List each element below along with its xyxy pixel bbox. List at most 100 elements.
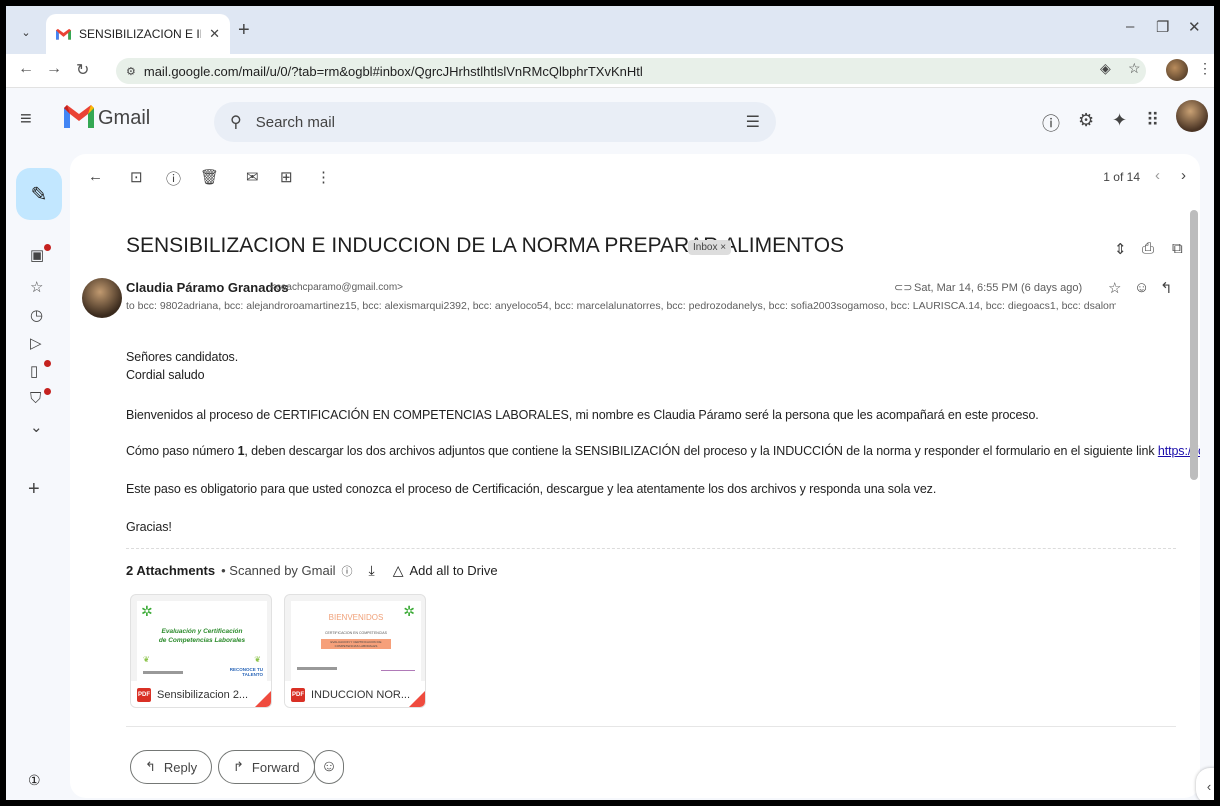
thumb-1-badge: RECONOCE TU TALENTO xyxy=(229,667,263,677)
print-icon[interactable]: ⎙ xyxy=(1142,240,1154,257)
search-input[interactable] xyxy=(255,113,696,131)
scanned-label: • Scanned by Gmail xyxy=(221,563,336,578)
recipients-line[interactable]: to bcc: 9802adriana, bcc: alejandroroama… xyxy=(126,300,1116,312)
account-avatar[interactable] xyxy=(1176,100,1208,132)
add-to-drive-icon[interactable]: △ xyxy=(393,562,404,579)
starred-icon[interactable]: ☆ xyxy=(30,278,43,296)
site-info-icon[interactable]: ⚙ xyxy=(126,65,136,78)
reload-icon[interactable]: ↻ xyxy=(76,60,89,80)
bookmark-star-icon[interactable]: ☆ xyxy=(1128,60,1141,77)
thumb-1-line-1: Evaluación y Certificación xyxy=(161,628,243,635)
message-view: ← ⊡ ⓘ 🗑 ✉ ⊞ ⋮ 1 of 14 ‹ › SENSIBILIZACIO… xyxy=(70,154,1200,798)
report-spam-icon[interactable]: ⓘ xyxy=(166,168,181,189)
bottom-divider xyxy=(126,726,1176,727)
leaf-icon: ❦ xyxy=(143,655,150,664)
p2-text-b: , deben descargar los dos archivos adjun… xyxy=(244,444,1158,458)
new-tab-icon[interactable]: + xyxy=(238,20,250,40)
body-paragraph-2: Cómo paso número 1, deben descargar los … xyxy=(126,444,1200,458)
sender-email: <coachcparamo@gmail.com> xyxy=(270,282,403,293)
tab-search-icon[interactable]: ⌄ xyxy=(14,20,38,44)
browser-window: ⌄ SENSIBILIZACION E INDUCCIO ✕ + – ❐ ✕ ←… xyxy=(6,6,1214,800)
attachments-header: 2 Attachments • Scanned by Gmail ⓘ ⤓ △ A… xyxy=(126,562,498,579)
main-menu-icon[interactable]: ≡ xyxy=(20,108,32,131)
attachment-card-2[interactable]: BIENVENIDOS ✲ CERTIFICACION EN COMPETENC… xyxy=(284,594,426,708)
reply-button[interactable]: ↰ Reply xyxy=(130,750,213,784)
create-label-plus-icon[interactable]: + xyxy=(28,478,40,501)
thumb-2-box: EVALUACION Y CERTIFICACION DE COMPETENCI… xyxy=(321,639,391,649)
sender-name[interactable]: Claudia Páramo Granados xyxy=(126,280,289,295)
scrollbar-thumb[interactable] xyxy=(1190,210,1198,480)
search-icon[interactable]: ⚲ xyxy=(230,112,242,132)
open-new-window-icon[interactable]: ⧉ xyxy=(1172,240,1183,257)
newer-chevron-icon[interactable]: ‹ xyxy=(1155,167,1160,184)
thumb-footer-logos xyxy=(143,671,183,674)
help-icon[interactable]: ⓘ xyxy=(1042,110,1060,136)
compose-pencil-icon[interactable]: ✎ xyxy=(16,168,62,220)
extension-icon[interactable]: ◈ xyxy=(1100,60,1111,77)
info-circle-icon[interactable]: ① xyxy=(28,772,41,789)
sena-logo-icon: ✲ xyxy=(141,603,153,619)
more-options-icon[interactable]: ⋮ xyxy=(316,168,331,186)
search-options-icon[interactable]: ☰ xyxy=(746,112,760,132)
restore-icon[interactable]: ❐ xyxy=(1156,18,1169,36)
inbox-label-chip[interactable]: Inbox × xyxy=(688,240,732,255)
browser-profile-avatar[interactable] xyxy=(1166,59,1188,81)
side-panel-toggle-icon[interactable]: ‹ xyxy=(1196,768,1214,800)
more-chevron-icon[interactable]: ⌄ xyxy=(30,418,43,436)
older-chevron-icon[interactable]: › xyxy=(1181,167,1186,184)
back-icon[interactable]: ← xyxy=(18,60,34,78)
divider xyxy=(126,548,1176,549)
minimize-icon[interactable]: – xyxy=(1126,18,1134,35)
pdf-icon: PDF xyxy=(291,688,305,702)
emoji-reaction-button[interactable]: ☺ xyxy=(314,750,344,784)
gmail-logo-icon[interactable] xyxy=(64,104,94,128)
gmail-favicon-icon xyxy=(56,28,72,40)
gmail-brand: Gmail xyxy=(98,107,151,129)
expand-collapse-icon[interactable]: ⇕ xyxy=(1114,240,1127,258)
tab-title: SENSIBILIZACION E INDUCCIO xyxy=(79,27,201,41)
omnibox[interactable]: ⚙ mail.google.com/mail/u/0/?tab=rm&ogbl#… xyxy=(116,58,1146,84)
sender-avatar[interactable] xyxy=(82,278,122,318)
message-toolbar: ← ⊡ ⓘ 🗑 ✉ ⊞ ⋮ 1 of 14 ‹ › xyxy=(70,154,1200,202)
back-to-inbox-icon[interactable]: ← xyxy=(88,168,103,185)
search-bar[interactable]: ⚲ ☰ xyxy=(214,102,776,142)
leaf-icon: ❦ xyxy=(254,655,261,664)
mark-unread-icon[interactable]: ✉ xyxy=(246,168,259,186)
download-all-icon[interactable]: ⤓ xyxy=(369,562,375,579)
delete-trash-icon[interactable]: 🗑 xyxy=(200,168,219,186)
tab-strip: ⌄ SENSIBILIZACION E INDUCCIO ✕ + – ❐ ✕ xyxy=(6,6,1214,54)
gemini-sparkle-icon[interactable]: ✦ xyxy=(1112,110,1127,131)
signature-mark xyxy=(381,665,415,671)
attachment-card-1[interactable]: ✲ Evaluación y Certificación de Competen… xyxy=(130,594,272,708)
browser-menu-icon[interactable]: ⋮ xyxy=(1198,60,1212,77)
browser-tab[interactable]: SENSIBILIZACION E INDUCCIO ✕ xyxy=(46,14,230,54)
drafts-icon[interactable]: ▯ xyxy=(30,362,38,380)
forward-label: Forward xyxy=(251,759,300,775)
forward-icon: ↱ xyxy=(233,759,244,774)
pdf-icon: PDF xyxy=(137,688,151,702)
reply-label: Reply xyxy=(163,759,198,775)
reply-icon: ↰ xyxy=(145,759,156,774)
archive-icon[interactable]: ⊡ xyxy=(130,168,143,186)
forward-button[interactable]: ↱ Forward xyxy=(218,750,315,784)
add-all-to-drive[interactable]: Add all to Drive xyxy=(409,563,497,578)
snoozed-clock-icon[interactable]: ◷ xyxy=(30,306,43,324)
star-icon[interactable]: ☆ xyxy=(1108,279,1121,297)
scan-info-icon[interactable]: ⓘ xyxy=(342,563,353,579)
thumb-footer-logos xyxy=(297,667,337,670)
purchases-icon[interactable]: ⛉ xyxy=(30,390,41,407)
forward-nav-icon[interactable]: → xyxy=(46,60,62,78)
body-paragraph-3: Este paso es obligatorio para que usted … xyxy=(126,482,937,496)
inbox-icon[interactable]: ▣ xyxy=(30,246,44,264)
tab-close-icon[interactable]: ✕ xyxy=(209,26,220,42)
body-paragraph-1: Bienvenidos al proceso de CERTIFICACIÓN … xyxy=(126,408,1039,422)
apps-grid-icon[interactable]: ⠿ xyxy=(1146,110,1159,131)
reply-arrow-icon[interactable]: ↰ xyxy=(1160,279,1173,297)
move-to-icon[interactable]: ⊞ xyxy=(280,168,293,186)
thumb-2-sub: CERTIFICACION EN COMPETENCIAS xyxy=(325,631,387,635)
emoji-react-icon[interactable]: ☺ xyxy=(1134,279,1149,296)
thumb-2-title: BIENVENIDOS xyxy=(328,613,384,622)
window-close-icon[interactable]: ✕ xyxy=(1188,18,1201,36)
sent-icon[interactable]: ▷ xyxy=(30,334,42,352)
settings-gear-icon[interactable]: ⚙ xyxy=(1078,110,1094,131)
